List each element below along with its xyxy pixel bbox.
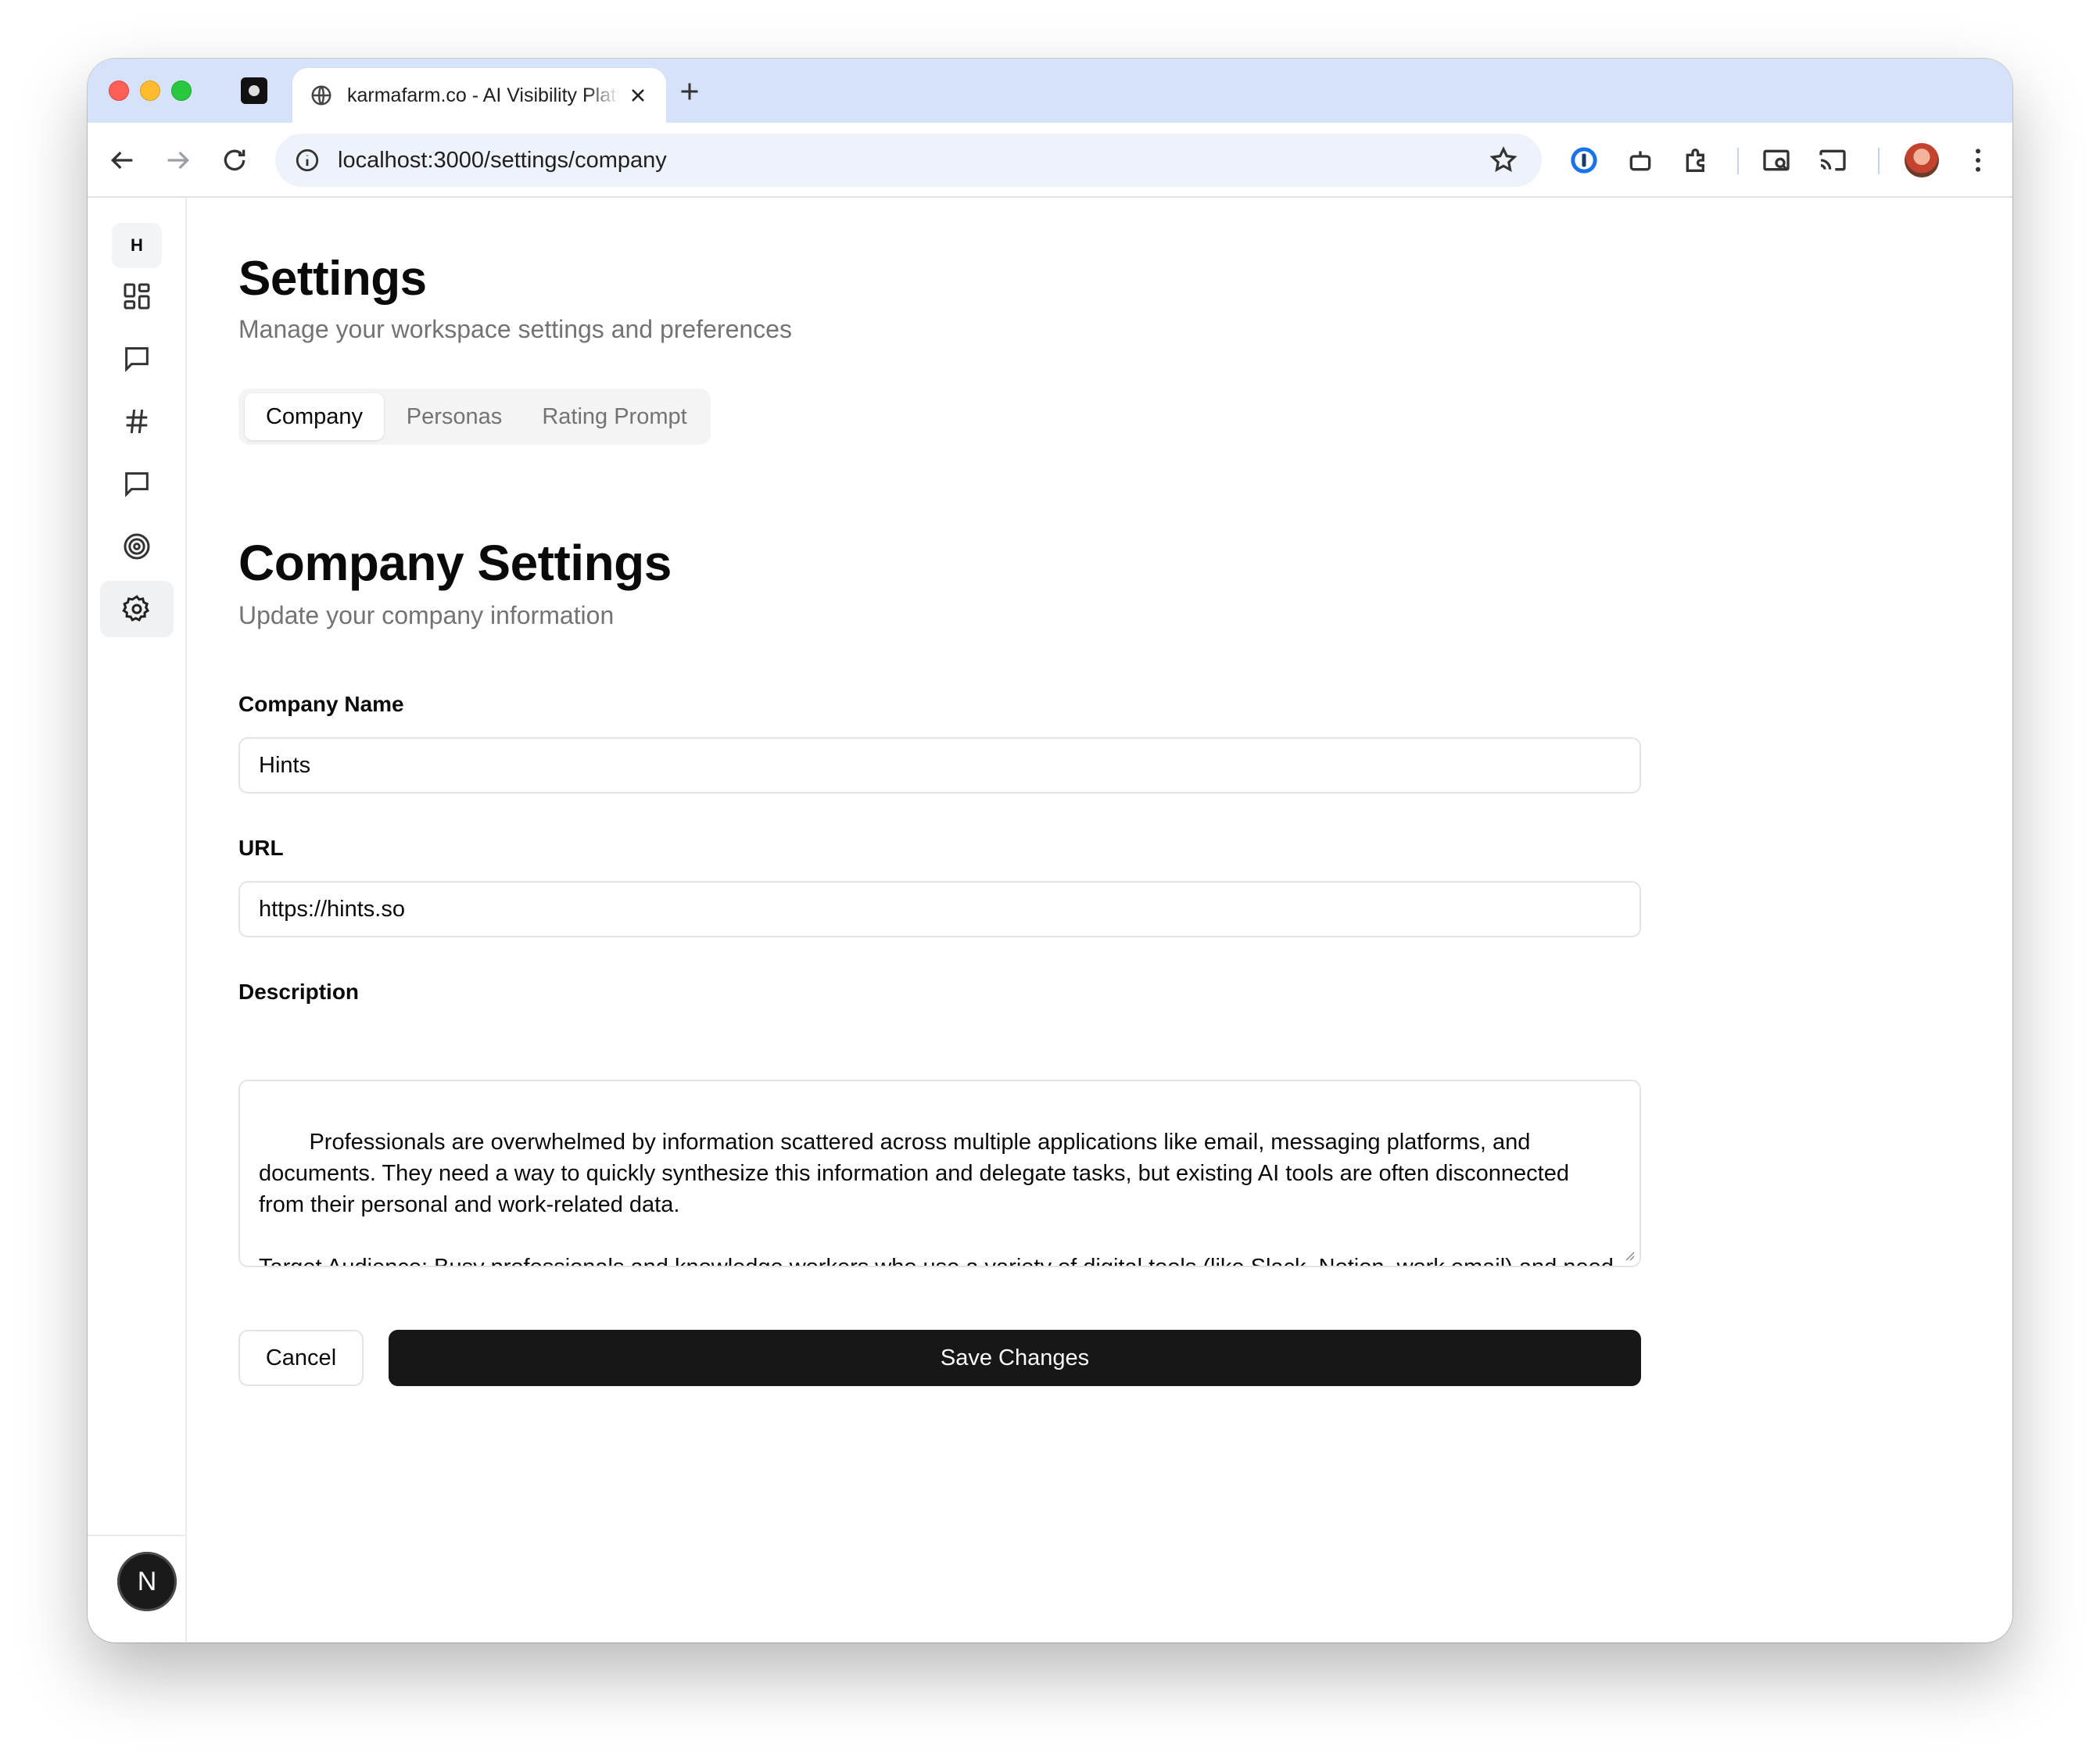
section-title: Company Settings — [238, 535, 672, 591]
address-bar[interactable]: localhost:3000/settings/company — [275, 134, 1542, 187]
browser-window: karmafarm.co - AI Visibility Platform lo… — [88, 59, 2012, 1643]
site-info-icon[interactable] — [294, 147, 321, 174]
workspace-badge[interactable]: H — [112, 223, 162, 268]
tab-company[interactable]: Company — [245, 393, 384, 440]
pinned-tab-favicon-icon — [249, 85, 260, 96]
company-name-input[interactable]: Hints — [238, 737, 1641, 794]
page-subtitle: Manage your workspace settings and prefe… — [238, 315, 792, 343]
section-subtitle: Update your company information — [238, 601, 615, 629]
url-input[interactable]: https://hints.so — [238, 881, 1641, 937]
sidebar-item-messages[interactable] — [100, 456, 174, 512]
save-changes-button[interactable]: Save Changes — [389, 1330, 1641, 1386]
url-text[interactable]: localhost:3000/settings/company — [338, 148, 1489, 174]
message-icon — [125, 472, 149, 497]
new-tab-icon[interactable] — [676, 77, 704, 106]
tab-personas[interactable]: Personas — [387, 393, 521, 440]
user-avatar[interactable]: N — [117, 1552, 177, 1611]
extensions-puzzle-icon[interactable] — [1681, 145, 1712, 176]
toolbar-separator — [1737, 148, 1739, 174]
close-tab-icon[interactable] — [627, 84, 649, 106]
sidebar-item-topics[interactable] — [100, 393, 174, 450]
sidebar-item-settings[interactable] — [100, 581, 174, 637]
close-window-button[interactable] — [109, 81, 129, 101]
dashboard-icon — [124, 283, 150, 310]
more-menu-icon[interactable] — [1962, 145, 1994, 176]
sidebar-divider — [88, 1535, 187, 1536]
minimize-window-button[interactable] — [140, 81, 160, 101]
tab-search-icon[interactable] — [1761, 145, 1792, 176]
settings-tabs: Company Personas Rating Prompt — [238, 389, 711, 445]
resize-handle-icon[interactable] — [1622, 1248, 1635, 1261]
cast-icon[interactable] — [1817, 145, 1848, 176]
pinned-tab[interactable] — [241, 77, 267, 104]
description-label: Description — [238, 980, 360, 1004]
bookmark-star-icon[interactable] — [1489, 145, 1518, 175]
company-name-label: Company Name — [238, 692, 404, 716]
cancel-button[interactable]: Cancel — [238, 1330, 364, 1386]
hash-icon — [126, 409, 148, 434]
page-title: Settings — [238, 252, 427, 306]
back-arrow-icon[interactable] — [106, 145, 138, 176]
sidebar-item-target[interactable] — [100, 518, 174, 575]
browser-toolbar: localhost:3000/settings/company — [88, 123, 2012, 198]
forward-arrow-icon[interactable] — [163, 145, 194, 176]
tab-title: karmafarm.co - AI Visibility Platform — [347, 84, 619, 106]
robot-extension-icon[interactable] — [1625, 145, 1656, 176]
toolbar-separator — [1878, 148, 1880, 174]
settings-icon — [122, 595, 150, 622]
page: H N Settings Manage your workspace setti… — [88, 198, 2012, 1643]
url-label: URL — [238, 836, 284, 860]
sidebar-item-dashboard[interactable] — [100, 268, 174, 324]
sidebar: H N — [88, 198, 187, 1643]
sidebar-item-chat[interactable] — [100, 331, 174, 387]
globe-icon — [311, 85, 331, 106]
tab-rating-prompt[interactable]: Rating Prompt — [525, 393, 704, 440]
target-icon — [124, 533, 150, 560]
reload-icon[interactable] — [219, 145, 250, 176]
password-manager-icon[interactable] — [1568, 145, 1600, 176]
browser-tab-active[interactable]: karmafarm.co - AI Visibility Platform — [292, 68, 666, 123]
chat-icon — [125, 347, 149, 372]
description-text: Professionals are overwhelmed by informa… — [259, 1130, 1614, 1267]
description-textarea[interactable]: Professionals are overwhelmed by informa… — [238, 1080, 1641, 1267]
maximize-window-button[interactable] — [171, 81, 192, 101]
tab-strip: karmafarm.co - AI Visibility Platform — [88, 59, 2012, 123]
profile-avatar[interactable] — [1905, 143, 1939, 177]
